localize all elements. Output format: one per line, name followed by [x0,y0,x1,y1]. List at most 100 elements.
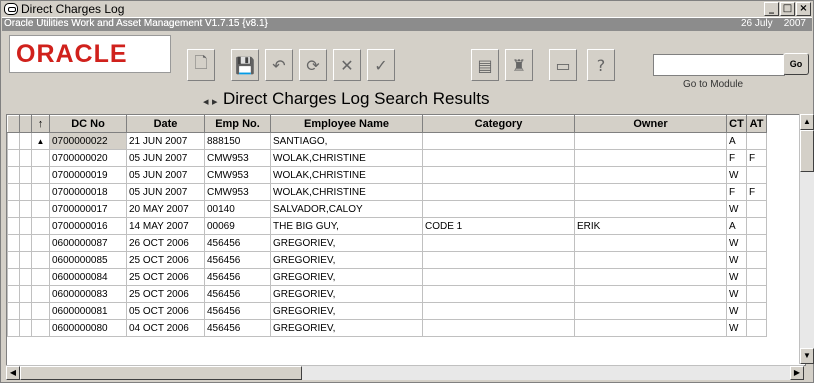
cell-emp-no[interactable]: CMW953 [204,183,271,201]
cell-ct[interactable]: W [726,166,747,184]
cell-emp-no[interactable]: 456456 [204,285,271,303]
cell-employee-name[interactable]: GREGORIEV, [270,268,423,286]
cell-at[interactable] [746,268,767,286]
maximize-button[interactable]: □ [780,2,795,16]
table-row[interactable]: ▲ 0700000022 21 JUN 2007 888150 SANTIAGO, A [7,132,767,150]
cell-owner[interactable] [574,285,727,303]
table-row[interactable]: 0700000017 20 MAY 2007 00140 SALVADOR,CALOY… [7,200,767,218]
vertical-scroll-thumb[interactable] [800,130,814,172]
cell-dc-no[interactable]: 0700000017 [49,200,127,218]
table-row[interactable]: 0600000080 04 OCT 2006 456456 GREGORIEV, W [7,319,767,337]
cell-employee-name[interactable]: GREGORIEV, [270,234,423,252]
cell-date[interactable]: 25 OCT 2006 [126,251,205,269]
col-header-category[interactable]: Category [422,115,575,133]
cell-date[interactable]: 05 JUN 2007 [126,166,205,184]
sort-icon[interactable]: ↑ [31,115,50,133]
cell-date[interactable]: 14 MAY 2007 [126,217,205,235]
horizontal-scroll-thumb[interactable] [20,366,302,380]
table-row[interactable]: 0600000083 25 OCT 2006 456456 GREGORIEV, W [7,285,767,303]
cell-category[interactable] [422,166,575,184]
cell-date[interactable]: 05 OCT 2006 [126,302,205,320]
cell-at[interactable] [746,200,767,218]
table-row[interactable]: 0700000018 05 JUN 2007 CMW953 WOLAK,CHRISTI… [7,183,767,201]
cell-category[interactable] [422,200,575,218]
table-row[interactable]: 0700000019 05 JUN 2007 CMW953 WOLAK,CHRISTI… [7,166,767,184]
cell-employee-name[interactable]: GREGORIEV, [270,302,423,320]
cell-emp-no[interactable]: 456456 [204,302,271,320]
col-header-employee-name[interactable]: Employee Name [270,115,423,133]
spell-check-icon[interactable]: ✓ [367,49,395,81]
cell-employee-name[interactable]: SANTIAGO, [270,132,423,150]
cell-owner[interactable] [574,268,727,286]
undo-icon[interactable]: ↶ [265,49,293,81]
scroll-up-button[interactable]: ▲ [800,114,814,130]
cell-employee-name[interactable]: THE BIG GUY, [270,217,423,235]
cell-date[interactable]: 21 JUN 2007 [126,132,205,150]
cell-owner[interactable]: ERIK [574,217,727,235]
cell-owner[interactable] [574,183,727,201]
cell-dc-no[interactable]: 0600000083 [49,285,127,303]
cell-owner[interactable] [574,200,727,218]
cell-dc-no[interactable]: 0700000020 [49,149,127,167]
refresh-icon[interactable]: ⟳ [299,49,327,81]
vertical-scrollbar[interactable]: ▲ ▼ [799,114,814,364]
save-icon[interactable]: 💾 [231,49,259,81]
col-header-ct[interactable]: CT [726,115,747,133]
table-row[interactable]: 0600000084 25 OCT 2006 456456 GREGORIEV, W [7,268,767,286]
table-row[interactable]: 0600000081 05 OCT 2006 456456 GREGORIEV, W [7,302,767,320]
cell-ct[interactable]: W [726,285,747,303]
cell-at[interactable] [746,319,767,337]
report-icon[interactable]: ▤ [471,49,499,81]
cell-date[interactable]: 20 MAY 2007 [126,200,205,218]
go-button[interactable]: Go [783,53,809,75]
cell-owner[interactable] [574,149,727,167]
cell-ct[interactable]: W [726,319,747,337]
col-header-date[interactable]: Date [126,115,205,133]
table-row[interactable]: 0700000020 05 JUN 2007 CMW953 WOLAK,CHRISTI… [7,149,767,167]
cell-ct[interactable]: F [726,183,747,201]
cell-date[interactable]: 05 JUN 2007 [126,149,205,167]
cell-emp-no[interactable]: 888150 [204,132,271,150]
cell-employee-name[interactable]: WOLAK,CHRISTINE [270,166,423,184]
cell-ct[interactable]: W [726,234,747,252]
cell-at[interactable]: F [746,183,767,201]
cell-emp-no[interactable]: 456456 [204,251,271,269]
col-header-dc-no[interactable]: DC No [49,115,127,133]
cell-ct[interactable]: F [726,149,747,167]
cell-dc-no[interactable]: 0700000019 [49,166,127,184]
help-icon[interactable]: ? [587,49,615,81]
cell-category[interactable] [422,132,575,150]
cell-at[interactable] [746,302,767,320]
cell-emp-no[interactable]: 456456 [204,268,271,286]
cell-employee-name[interactable]: GREGORIEV, [270,319,423,337]
delete-icon[interactable]: ✕ [333,49,361,81]
cell-ct[interactable]: W [726,302,747,320]
scroll-left-button[interactable]: ◀ [6,366,20,380]
cell-at[interactable] [746,132,767,150]
cell-at[interactable] [746,251,767,269]
cell-dc-no[interactable]: 0600000085 [49,251,127,269]
cell-date[interactable]: 25 OCT 2006 [126,268,205,286]
cell-at[interactable] [746,166,767,184]
cell-ct[interactable]: A [726,132,747,150]
cell-dc-no[interactable]: 0600000087 [49,234,127,252]
table-row[interactable]: 0600000087 26 OCT 2006 456456 GREGORIEV, W [7,234,767,252]
cell-employee-name[interactable]: GREGORIEV, [270,285,423,303]
cell-category[interactable] [422,302,575,320]
cell-category[interactable] [422,149,575,167]
cell-category[interactable] [422,251,575,269]
workflow-icon[interactable]: ♜ [505,49,533,81]
cell-ct[interactable]: W [726,251,747,269]
cell-dc-no[interactable]: 0700000022 [49,132,127,150]
cell-employee-name[interactable]: WOLAK,CHRISTINE [270,149,423,167]
cell-dc-no[interactable]: 0600000084 [49,268,127,286]
scroll-down-button[interactable]: ▼ [800,348,814,364]
col-header-owner[interactable]: Owner [574,115,727,133]
cell-category[interactable] [422,234,575,252]
cell-owner[interactable] [574,166,727,184]
cell-dc-no[interactable]: 0700000016 [49,217,127,235]
cell-dc-no[interactable]: 0700000018 [49,183,127,201]
cell-emp-no[interactable]: 456456 [204,234,271,252]
cell-owner[interactable] [574,234,727,252]
cell-employee-name[interactable]: GREGORIEV, [270,251,423,269]
